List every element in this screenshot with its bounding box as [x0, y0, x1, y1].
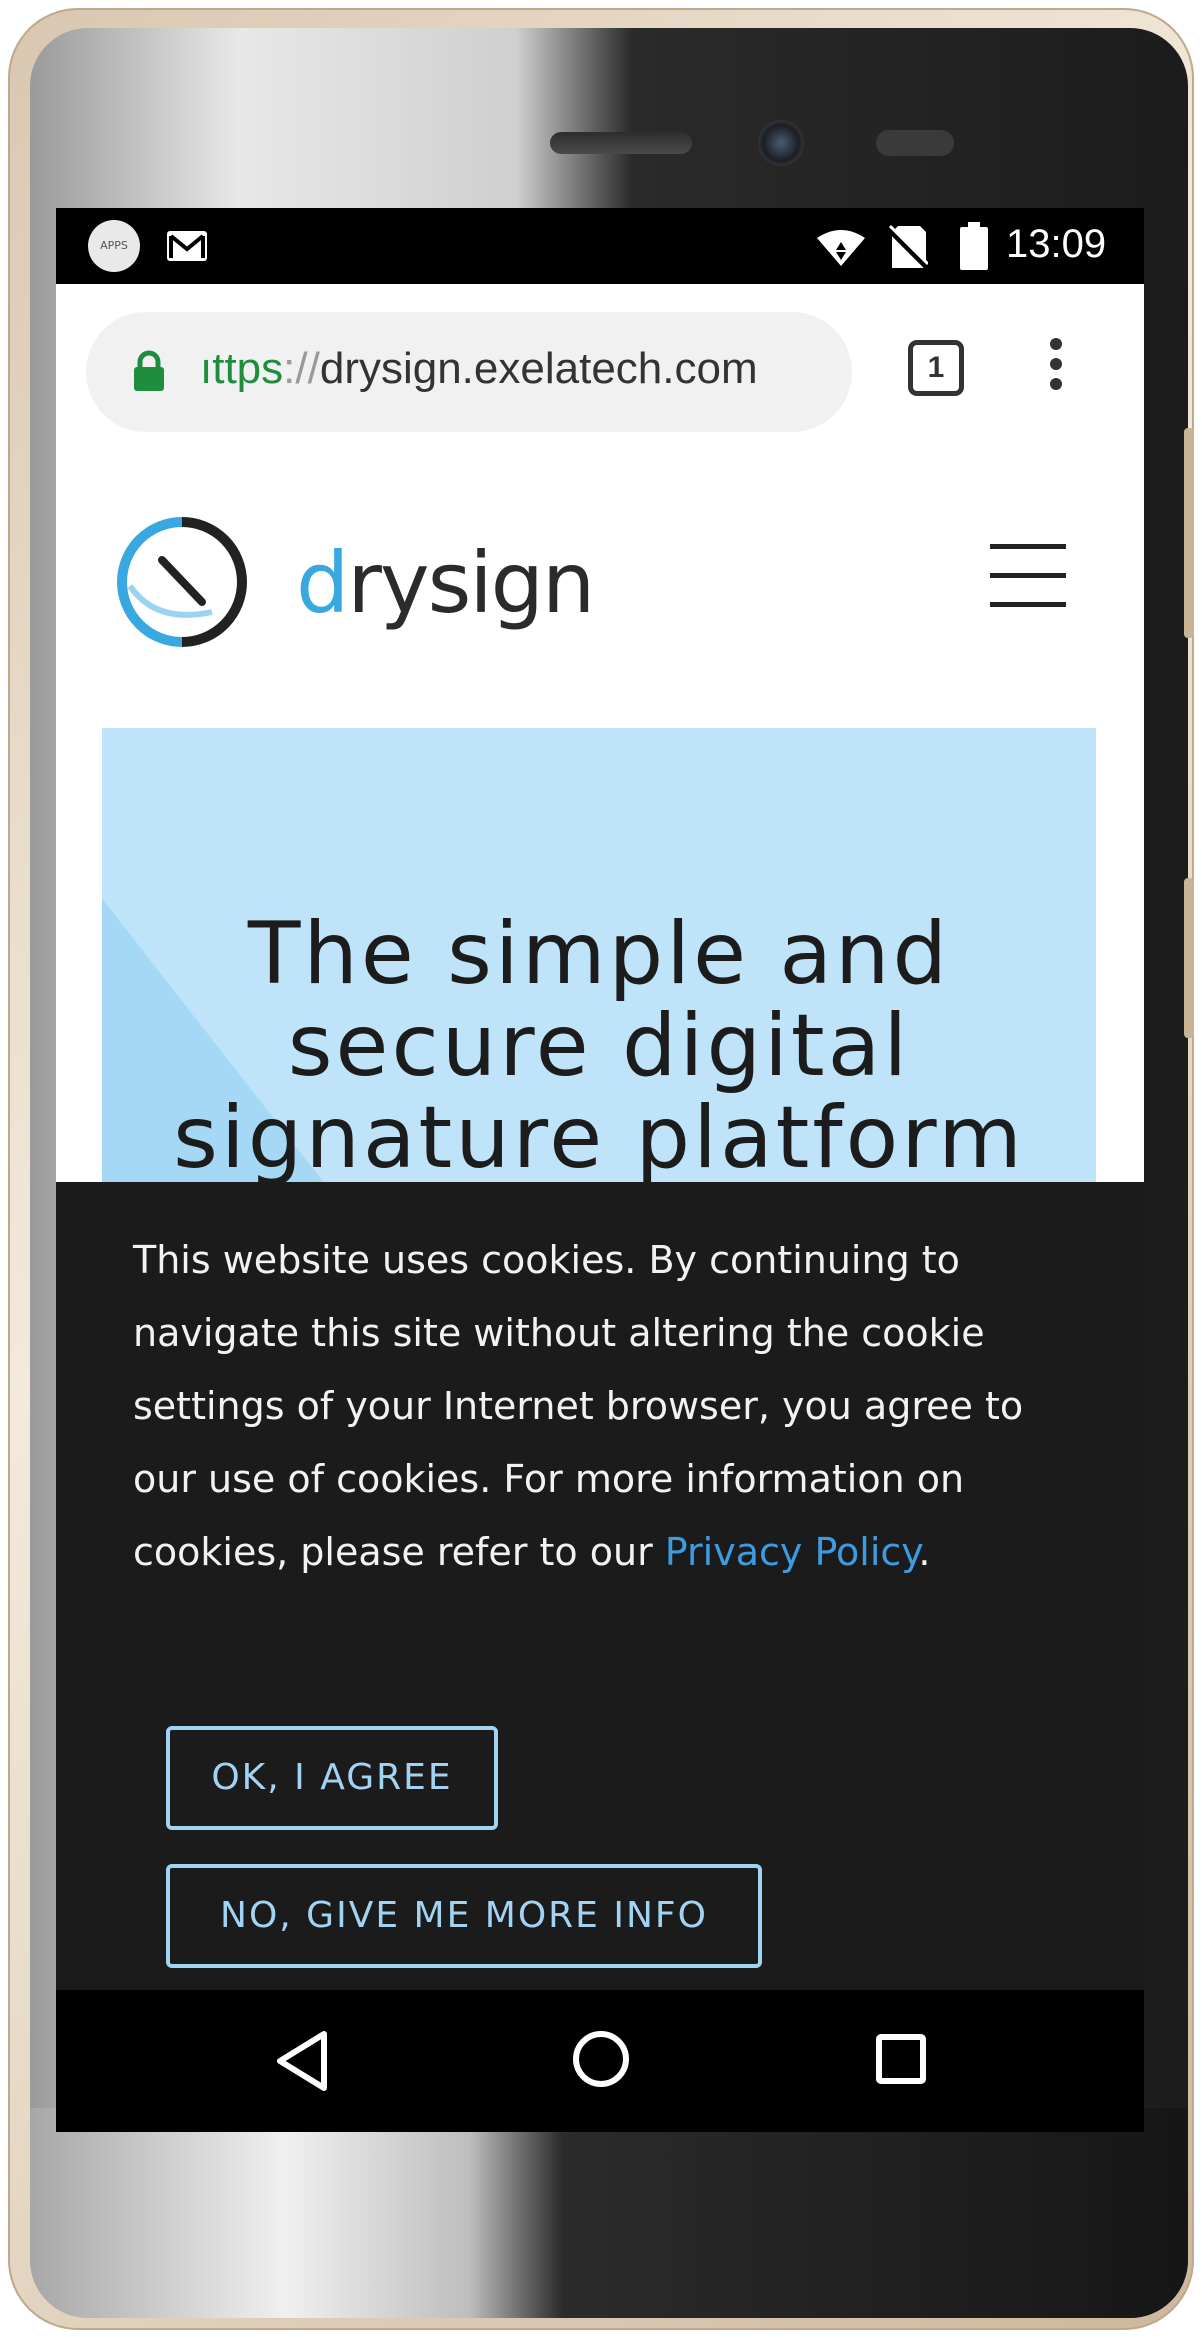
- recents-icon[interactable]: [876, 2034, 926, 2084]
- proximity-sensor: [876, 130, 954, 156]
- url-text: ıttps://drysign.exelatech.com: [200, 344, 758, 394]
- status-clock: 13:09: [1006, 222, 1107, 266]
- back-icon[interactable]: [274, 2030, 330, 2092]
- address-bar[interactable]: ıttps://drysign.exelatech.com: [86, 312, 852, 432]
- browser-toolbar: ıttps://drysign.exelatech.com 1: [56, 284, 1144, 456]
- browser-menu-button[interactable]: [1036, 334, 1076, 402]
- hamburger-line: [990, 544, 1066, 549]
- site-header: drysign: [56, 456, 1144, 726]
- privacy-policy-link[interactable]: Privacy Policy: [665, 1530, 919, 1574]
- hamburger-line: [990, 602, 1066, 607]
- hamburger-menu-icon[interactable]: [990, 544, 1066, 610]
- logo-prefix: d: [296, 534, 349, 632]
- hero-title: The simple and secure digital signature …: [173, 904, 1025, 1188]
- wifi-icon: [817, 230, 865, 266]
- lock-icon: [134, 350, 164, 391]
- menu-dot: [1050, 378, 1062, 390]
- volume-button: [1184, 428, 1194, 638]
- menu-dot: [1050, 358, 1062, 370]
- url-scheme: ıttps: [200, 344, 284, 393]
- gmail-icon: [167, 231, 207, 261]
- apps-icon: APPS: [88, 220, 140, 272]
- cookie-consent-banner: This website uses cookies. By continuing…: [56, 1182, 1144, 1990]
- hamburger-line: [990, 573, 1066, 578]
- phone-screen: APPS 13:09 ıttps://drysign.exelatech.com…: [56, 208, 1144, 2132]
- agree-button[interactable]: OK, I AGREE: [166, 1726, 498, 1830]
- phone-chin: [30, 2108, 1188, 2318]
- tab-switcher-button[interactable]: 1: [908, 340, 964, 396]
- apps-icon-label: APPS: [100, 239, 128, 252]
- url-host: drysign.exelatech.com: [319, 344, 758, 393]
- logo-rest: rysign: [347, 534, 595, 632]
- no-sim-icon: [888, 224, 928, 270]
- drysign-wordmark[interactable]: drysign: [296, 534, 595, 632]
- cookie-message-text: This website uses cookies. By continuing…: [133, 1238, 1024, 1574]
- earpiece-speaker: [550, 132, 692, 154]
- status-bar: APPS 13:09: [56, 208, 1144, 284]
- cookie-message-period: .: [918, 1530, 931, 1574]
- more-info-button[interactable]: NO, GIVE ME MORE INFO: [166, 1864, 762, 1968]
- url-separator: ://: [283, 344, 320, 393]
- cookie-message: This website uses cookies. By continuing…: [133, 1224, 1093, 1589]
- drysign-logo-icon[interactable]: [116, 516, 248, 648]
- front-camera: [758, 120, 804, 166]
- power-button: [1184, 878, 1194, 1038]
- menu-dot: [1050, 338, 1062, 350]
- home-icon[interactable]: [572, 2030, 630, 2088]
- system-navigation-bar: [56, 1990, 1144, 2132]
- battery-icon: [960, 222, 988, 270]
